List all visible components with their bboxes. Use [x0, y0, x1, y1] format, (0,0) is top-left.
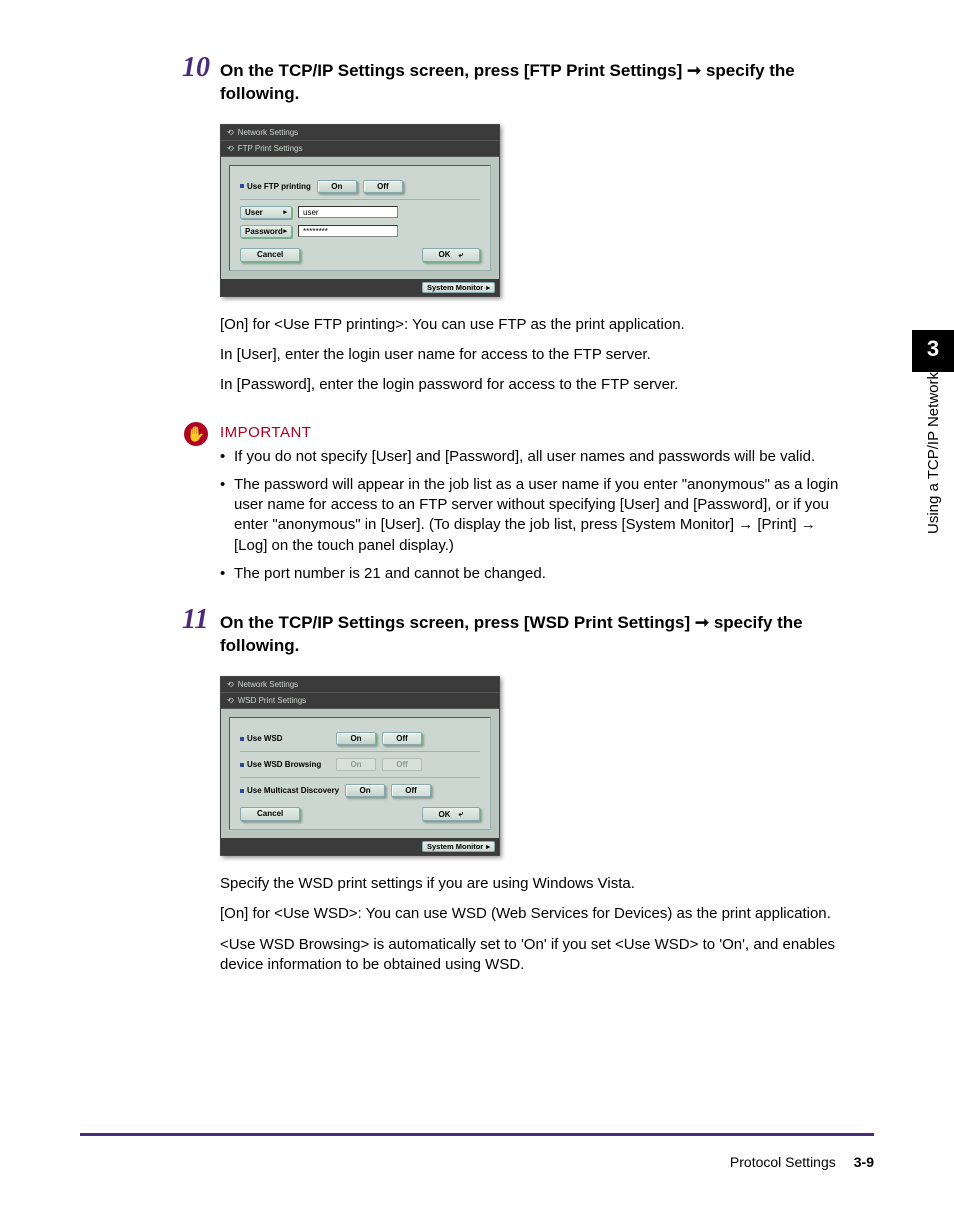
body-text: [On] for <Use WSD>: You can use WSD (Web…: [220, 904, 844, 924]
important-block: ✋ IMPORTANT If you do not specify [User]…: [220, 424, 844, 585]
use-wsd-browsing-label: Use WSD Browsing: [247, 760, 321, 769]
screenshot-subtitle: WSD Print Settings: [238, 696, 306, 705]
enter-icon: ⤶: [459, 809, 463, 819]
password-label-button[interactable]: Password ▸: [240, 225, 292, 238]
ftp-settings-screenshot: ⟲ Network Settings ⟲ FTP Print Settings …: [220, 124, 500, 297]
enter-icon: ⤶: [459, 250, 463, 260]
step-number: 10: [182, 52, 210, 84]
body-text: Specify the WSD print settings if you ar…: [220, 874, 844, 894]
body-text: In [Password], enter the login password …: [220, 375, 844, 395]
ftp-on-button[interactable]: On: [317, 180, 357, 193]
step-title: On the TCP/IP Settings screen, press [WS…: [220, 612, 844, 658]
chapter-label: Using a TCP/IP Network: [915, 372, 952, 548]
page-footer: Protocol Settings 3-9: [730, 1154, 874, 1170]
chapter-tab: 3 Using a TCP/IP Network: [912, 330, 954, 553]
step-number: 11: [182, 604, 208, 636]
screenshot-title: Network Settings: [238, 128, 298, 137]
use-multicast-row: Use Multicast Discovery On Off: [240, 784, 480, 797]
important-title: IMPORTANT: [220, 424, 844, 441]
step-title-part-a: On the TCP/IP Settings screen, press [WS…: [220, 613, 690, 632]
body-text: [On] for <Use FTP printing>: You can use…: [220, 315, 844, 335]
cancel-button[interactable]: Cancel: [240, 807, 300, 821]
use-ftp-row: Use FTP printing On Off: [240, 180, 480, 193]
multicast-off-button[interactable]: Off: [391, 784, 431, 797]
arrow-icon: ➞: [687, 61, 706, 80]
user-label-button[interactable]: User ▸: [240, 206, 292, 219]
footer-page: 3-9: [854, 1154, 874, 1170]
ok-button[interactable]: OK ⤶: [422, 248, 480, 262]
ok-label: OK: [439, 250, 451, 259]
system-monitor-button[interactable]: System Monitor ▸: [422, 841, 495, 852]
cancel-button[interactable]: Cancel: [240, 248, 300, 262]
step-title-part-a: On the TCP/IP Settings screen, press [FT…: [220, 61, 682, 80]
screenshot-titlebar: ⟲ Network Settings: [221, 677, 499, 693]
triangle-icon: ▸: [486, 842, 490, 851]
password-label: Password: [245, 227, 283, 236]
bullet-icon: [240, 737, 244, 741]
use-wsd-browsing-row: Use WSD Browsing On Off: [240, 758, 480, 771]
screenshot-title: Network Settings: [238, 680, 298, 689]
important-item: The password will appear in the job list…: [220, 475, 844, 556]
use-wsd-row: Use WSD On Off: [240, 732, 480, 745]
multicast-on-button[interactable]: On: [345, 784, 385, 797]
chapter-number: 3: [912, 330, 954, 372]
triangle-icon: ▸: [283, 208, 287, 216]
user-label: User: [245, 208, 263, 217]
triangle-icon: ▸: [283, 227, 287, 235]
bullet-icon: [240, 184, 244, 188]
back-icon: ⟲: [227, 680, 234, 689]
important-item: The port number is 21 and cannot be chan…: [220, 564, 844, 584]
screenshot-subtitle-bar: ⟲ WSD Print Settings: [221, 693, 499, 709]
page-content: 3 Using a TCP/IP Network 10 On the TCP/I…: [0, 0, 954, 1043]
footer-rule: [80, 1133, 874, 1136]
user-input[interactable]: user: [298, 206, 398, 218]
password-input[interactable]: ********: [298, 225, 398, 237]
back-icon: ⟲: [227, 696, 234, 705]
system-monitor-label: System Monitor: [427, 283, 483, 292]
system-monitor-button[interactable]: System Monitor ▸: [422, 282, 495, 293]
wsd-browsing-on-button: On: [336, 758, 376, 771]
step-10: 10 On the TCP/IP Settings screen, press …: [220, 60, 844, 396]
arrow-icon: ➞: [695, 613, 714, 632]
wsd-settings-screenshot: ⟲ Network Settings ⟲ WSD Print Settings …: [220, 676, 500, 856]
wsd-off-button[interactable]: Off: [382, 732, 422, 745]
ok-button[interactable]: OK ⤶: [422, 807, 480, 821]
password-row: Password ▸ ********: [240, 225, 480, 238]
important-icon: ✋: [184, 422, 208, 446]
screenshot-subtitle: FTP Print Settings: [238, 144, 303, 153]
ftp-off-button[interactable]: Off: [363, 180, 403, 193]
back-icon: ⟲: [227, 128, 234, 137]
important-list: If you do not specify [User] and [Passwo…: [220, 447, 844, 585]
wsd-browsing-off-button: Off: [382, 758, 422, 771]
hand-icon: ✋: [187, 425, 206, 443]
ok-label: OK: [439, 810, 451, 819]
use-ftp-label: Use FTP printing: [247, 182, 311, 191]
body-text: In [User], enter the login user name for…: [220, 345, 844, 365]
body-text: <Use WSD Browsing> is automatically set …: [220, 935, 844, 976]
bullet-icon: [240, 763, 244, 767]
use-wsd-label: Use WSD: [247, 734, 283, 743]
screenshot-titlebar: ⟲ Network Settings: [221, 125, 499, 141]
use-multicast-label: Use Multicast Discovery: [247, 786, 339, 795]
screenshot-subtitle-bar: ⟲ FTP Print Settings: [221, 141, 499, 157]
wsd-on-button[interactable]: On: [336, 732, 376, 745]
back-icon: ⟲: [227, 144, 234, 153]
triangle-icon: ▸: [486, 283, 490, 292]
system-monitor-label: System Monitor: [427, 842, 483, 851]
step-11: 11 On the TCP/IP Settings screen, press …: [220, 612, 844, 975]
step-title: On the TCP/IP Settings screen, press [FT…: [220, 60, 844, 106]
bullet-icon: [240, 789, 244, 793]
footer-section: Protocol Settings: [730, 1154, 836, 1170]
user-row: User ▸ user: [240, 206, 480, 219]
important-item: If you do not specify [User] and [Passwo…: [220, 447, 844, 467]
